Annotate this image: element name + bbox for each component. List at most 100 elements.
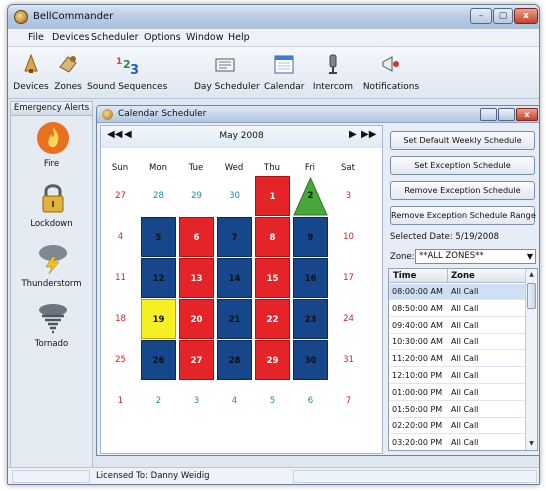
devices-button[interactable]: Devices [12, 51, 50, 95]
license-text: Licensed To: Danny Weidig [96, 471, 210, 481]
calendar-day[interactable]: 19 [141, 299, 176, 339]
alert-tornado[interactable]: Tornado [11, 299, 92, 359]
column-zone[interactable]: Zone [451, 271, 475, 281]
remove-exception-schedule-button[interactable]: Remove Exception Schedule [390, 181, 535, 200]
calendar-day[interactable]: 3 [179, 381, 214, 421]
table-row[interactable]: 08:50:00 AM All Call [389, 301, 526, 317]
calendar-day[interactable]: 3 [331, 176, 366, 216]
calendar-day[interactable]: 26 [141, 340, 176, 380]
calendar-day-number: 2 [307, 191, 314, 201]
menu-file[interactable]: File [28, 32, 44, 43]
calendar-day[interactable]: 21 [217, 299, 252, 339]
set-exception-schedule-button[interactable]: Set Exception Schedule [390, 156, 535, 175]
calendar-day[interactable]: 29 [179, 176, 214, 216]
calendar-day[interactable]: 29 [255, 340, 290, 380]
close-button[interactable]: x [514, 8, 538, 24]
notifications-icon [382, 56, 399, 72]
calendar-day[interactable]: 30 [293, 340, 328, 380]
table-row[interactable]: 10:30:00 AM All Call [389, 334, 526, 351]
schedule-panel: Set Default Weekly Schedule Set Exceptio… [388, 125, 538, 454]
calendar-day[interactable]: 11 [103, 258, 138, 298]
calendar-day[interactable]: 28 [141, 176, 176, 216]
table-row[interactable]: 01:00:00 PM All Call [389, 385, 526, 401]
scroll-up-icon[interactable]: ▲ [526, 269, 537, 281]
column-time[interactable]: Time [393, 271, 416, 281]
calendar-day[interactable]: 24 [331, 299, 366, 339]
calendar-day[interactable]: 7 [217, 217, 252, 257]
calendar-day[interactable]: 2 [293, 176, 328, 216]
calendar-minimize-button[interactable] [480, 108, 497, 121]
calendar-day[interactable]: 23 [293, 299, 328, 339]
calendar-day[interactable]: 8 [255, 217, 290, 257]
calendar-close-button[interactable]: x [516, 108, 538, 121]
calendar-button[interactable]: Calendar [264, 51, 304, 95]
calendar-day[interactable]: 6 [179, 217, 214, 257]
day-scheduler-button[interactable]: Day Scheduler [194, 51, 260, 95]
calendar-day[interactable]: 30 [217, 176, 252, 216]
table-row[interactable]: 12:10:00 PM All Call [389, 368, 526, 384]
calendar-day[interactable]: 18 [103, 299, 138, 339]
calendar-day[interactable]: 12 [141, 258, 176, 298]
alert-fire[interactable]: Fire [11, 119, 92, 179]
calendar-title-bar[interactable]: Calendar Scheduler x [97, 106, 539, 123]
table-row[interactable]: 01:50:00 PM All Call [389, 402, 526, 418]
calendar-day[interactable]: 17 [331, 258, 366, 298]
calendar-day[interactable]: 31 [331, 340, 366, 380]
schedule-scrollbar[interactable]: ▲ ▼ [525, 269, 537, 450]
calendar-day[interactable]: 4 [103, 217, 138, 257]
table-row[interactable]: 08:00:00 AM All Call [389, 284, 526, 300]
calendar-day[interactable]: 7 [331, 381, 366, 421]
scroll-thumb[interactable] [527, 283, 536, 309]
menu-devices[interactable]: Devices [52, 32, 89, 43]
calendar-day[interactable]: 28 [217, 340, 252, 380]
zones-button[interactable]: Zones [50, 51, 86, 95]
calendar-day[interactable]: 6 [293, 381, 328, 421]
calendar-day[interactable]: 22 [255, 299, 290, 339]
table-row[interactable]: 11:20:00 AM All Call [389, 351, 526, 368]
calendar-day[interactable]: 10 [331, 217, 366, 257]
menu-help[interactable]: Help [228, 32, 250, 43]
sound-sequences-button[interactable]: 1 2 3 Sound Sequences [87, 51, 167, 95]
remove-exception-range-button[interactable]: Remove Exception Schedule Range [390, 206, 536, 225]
menu-scheduler[interactable]: Scheduler [91, 32, 139, 43]
row-zone: All Call [451, 438, 479, 448]
calendar-day[interactable]: 27 [103, 176, 138, 216]
menu-options[interactable]: Options [144, 32, 181, 43]
schedule-table: Time Zone 08:00:00 AM All Call 08:50:00 AM… [388, 268, 538, 451]
calendar-day[interactable]: 13 [179, 258, 214, 298]
scroll-down-icon[interactable]: ▼ [526, 438, 537, 450]
calendar-day[interactable]: 14 [217, 258, 252, 298]
calendar-day[interactable]: 2 [141, 381, 176, 421]
table-row[interactable]: 09:40:00 AM All Call [389, 318, 526, 334]
table-row[interactable]: 02:20:00 PM All Call [389, 418, 526, 435]
zone-select[interactable]: **ALL ZONES** ▼ [415, 249, 536, 264]
next-month-button[interactable]: ▶ [349, 129, 357, 140]
calendar-day[interactable]: 15 [255, 258, 290, 298]
calendar-day[interactable]: 5 [141, 217, 176, 257]
calendar-day[interactable]: 4 [217, 381, 252, 421]
menu-window[interactable]: Window [186, 32, 223, 43]
calendar-day[interactable]: 25 [103, 340, 138, 380]
title-bar[interactable]: BellCommander – ▢ x [8, 5, 539, 29]
calendar-day[interactable]: 1 [255, 176, 290, 216]
notifications-button[interactable]: Notifications [360, 51, 422, 95]
calendar-day[interactable]: 27 [179, 340, 214, 380]
set-default-weekly-schedule-button[interactable]: Set Default Weekly Schedule [390, 131, 535, 150]
table-row[interactable]: 03:20:00 PM All Call [389, 435, 526, 450]
calendar-day[interactable]: 20 [179, 299, 214, 339]
intercom-button[interactable]: Intercom [311, 51, 355, 95]
alert-lockdown[interactable]: Lockdown [11, 179, 92, 239]
next-year-button[interactable]: ▶▶ [361, 129, 376, 140]
calendar-day[interactable]: 16 [293, 258, 328, 298]
alert-thunderstorm[interactable]: Thunderstorm [11, 239, 92, 299]
maximize-button[interactable]: ▢ [493, 8, 513, 24]
chevron-down-icon[interactable]: ▼ [527, 250, 533, 263]
calendar-day[interactable]: 9 [293, 217, 328, 257]
calendar-maximize-button[interactable] [498, 108, 515, 121]
minimize-button[interactable]: – [470, 8, 492, 24]
row-time: 01:50:00 PM [392, 404, 443, 414]
calendar-day[interactable]: 5 [255, 381, 290, 421]
emergency-alerts-panel: Emergency Alerts Fire Lockdown Thunderst… [10, 101, 93, 468]
row-time: 10:30:00 AM [392, 337, 443, 347]
calendar-day[interactable]: 1 [103, 381, 138, 421]
